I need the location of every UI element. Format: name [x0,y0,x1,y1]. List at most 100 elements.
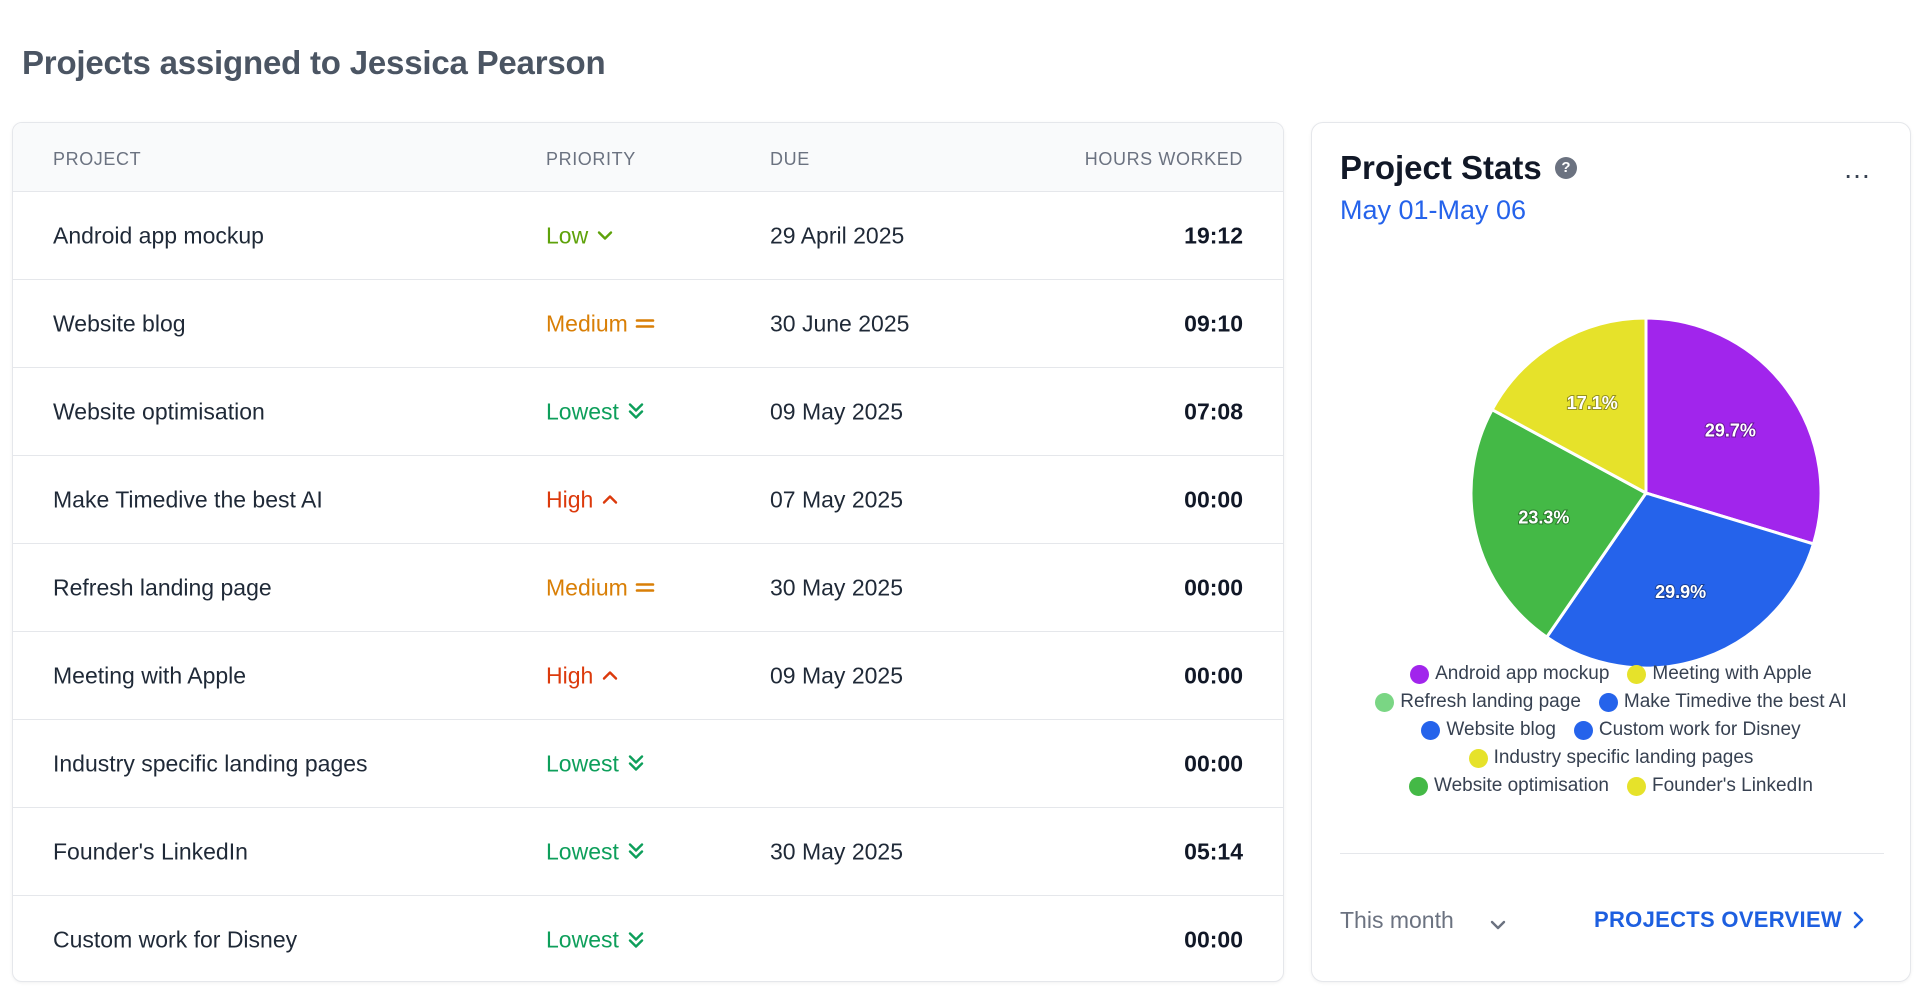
due-date: 30 May 2025 [770,838,903,864]
table-row[interactable]: Website blog Medium 30 June 2025 09:10 [13,280,1283,368]
chevron-up-icon [599,489,621,511]
legend-label: Android app mockup [1435,663,1610,684]
legend-item[interactable]: Industry specific landing pages [1468,747,1753,769]
priority-cell: Lowest [546,750,647,777]
legend-label: Custom work for Disney [1598,719,1801,740]
priority-cell: Low [546,222,616,249]
project-name[interactable]: Make Timedive the best AI [53,486,323,513]
hours-worked: 00:00 [1184,750,1243,776]
priority-label: Low [546,222,589,248]
column-header-due[interactable]: DUE [770,149,810,170]
table-row[interactable]: Make Timedive the best AI High 07 May 2025… [13,456,1283,544]
project-name[interactable]: Website optimisation [53,398,265,425]
legend-item[interactable]: Custom work for Disney [1573,719,1801,741]
hours-worked: 19:12 [1184,222,1243,248]
stats-title: Project Stats [1340,149,1542,186]
priority-label: Lowest [546,838,619,864]
priority-label: High [546,486,594,512]
hours-worked: 00:00 [1184,486,1243,512]
legend-swatch [1409,776,1429,796]
project-name[interactable]: Android app mockup [53,222,264,249]
project-name[interactable]: Industry specific landing pages [53,750,368,777]
legend-item[interactable]: Android app mockup [1410,663,1609,685]
due-date: 07 May 2025 [770,486,903,512]
priority-cell: Lowest [546,398,647,425]
column-header-priority[interactable]: PRIORITY [546,149,636,170]
legend-swatch [1627,664,1647,684]
legend-item[interactable]: Make Timedive the best AI [1598,691,1847,713]
pie-slice-label: 23.3% [1518,508,1569,528]
due-date: 30 June 2025 [770,310,910,336]
ellipsis-icon[interactable]: … [1843,153,1872,185]
priority-cell: High [546,662,621,689]
legend-swatch [1573,720,1593,740]
legend-label: Website optimisation [1434,775,1609,796]
question-circle-icon[interactable]: ? [1555,157,1577,179]
equals-icon [634,577,656,599]
legend-item[interactable]: Website blog [1421,719,1556,741]
divider [1340,853,1884,854]
priority-cell: High [546,486,621,513]
legend-item[interactable]: Refresh landing page [1375,691,1581,713]
priority-cell: Medium [546,310,656,337]
double-chevron-down-icon [625,753,647,775]
hours-worked: 00:00 [1184,662,1243,688]
priority-label: Medium [546,310,628,336]
legend-line: Website optimisation Founder's LinkedIn [1409,775,1813,797]
table-body: Android app mockup Low 29 April 2025 19:12 W… [13,192,1283,981]
project-name[interactable]: Custom work for Disney [53,927,297,954]
due-date: 30 May 2025 [770,574,903,600]
priority-cell: Lowest [546,838,647,865]
priority-label: Lowest [546,750,619,776]
project-name[interactable]: Meeting with Apple [53,662,246,689]
table-row[interactable]: Custom work for Disney Lowest 00:00 [13,896,1283,981]
project-name[interactable]: Website blog [53,310,186,337]
due-date: 09 May 2025 [770,662,903,688]
column-header-hours-worked[interactable]: HOURS WORKED [1085,149,1243,170]
pie-slice-label: 29.7% [1705,420,1756,440]
priority-label: Lowest [546,926,619,953]
pie-slice-label: 29.9% [1655,582,1706,602]
projects-overview-link[interactable]: PROJECTS OVERVIEW [1594,907,1866,933]
chevron-down-icon[interactable] [1488,915,1508,935]
hours-worked: 05:14 [1184,838,1243,864]
chevron-up-icon [599,665,621,687]
table-row[interactable]: Meeting with Apple High 09 May 2025 00:00 [13,632,1283,720]
hours-worked: 00:00 [1184,574,1243,600]
legend-swatch [1421,720,1441,740]
priority-label: High [546,662,594,688]
table-row[interactable]: Website optimisation Lowest 09 May 2025 07:… [13,368,1283,456]
double-chevron-down-icon [625,929,647,951]
priority-cell: Medium [546,574,656,601]
table-row[interactable]: Industry specific landing pages Lowest 00:… [13,720,1283,808]
legend-label: Make Timedive the best AI [1623,691,1847,712]
chevron-down-icon [594,225,616,247]
priority-label: Medium [546,574,628,600]
project-name[interactable]: Refresh landing page [53,574,272,601]
table-row[interactable]: Founder's LinkedIn Lowest 30 May 2025 05:14 [13,808,1283,896]
table-row[interactable]: Refresh landing page Medium 30 May 2025 00:… [13,544,1283,632]
column-header-project[interactable]: PROJECT [53,149,141,170]
project-name[interactable]: Founder's LinkedIn [53,838,248,865]
pie-slice-label: 17.1% [1567,393,1618,413]
time-range-select[interactable]: This month [1340,907,1454,934]
page-title: Projects assigned to Jessica Pearson [22,44,606,81]
projects-overview-label: PROJECTS OVERVIEW [1594,907,1842,932]
legend-line: Industry specific landing pages [1468,747,1753,769]
legend-swatch [1410,664,1430,684]
legend-item[interactable]: Meeting with Apple [1627,663,1812,685]
due-date: 09 May 2025 [770,398,903,424]
double-chevron-down-icon [625,401,647,423]
table-row[interactable]: Android app mockup Low 29 April 2025 19:12 [13,192,1283,280]
chevron-right-icon [1853,911,1864,929]
legend-label: Meeting with Apple [1652,663,1812,684]
date-range: May 01-May 06 [1340,195,1527,225]
legend-item[interactable]: Website optimisation [1409,775,1609,797]
legend-swatch [1375,692,1395,712]
legend-line: Website blog Custom work for Disney [1421,719,1801,741]
legend-label: Founder's LinkedIn [1651,775,1813,796]
hours-worked: 09:10 [1184,310,1243,336]
legend-line: Refresh landing page Make Timedive the be… [1375,691,1847,713]
due-date: 29 April 2025 [770,222,905,248]
legend-item[interactable]: Founder's LinkedIn [1626,775,1813,797]
